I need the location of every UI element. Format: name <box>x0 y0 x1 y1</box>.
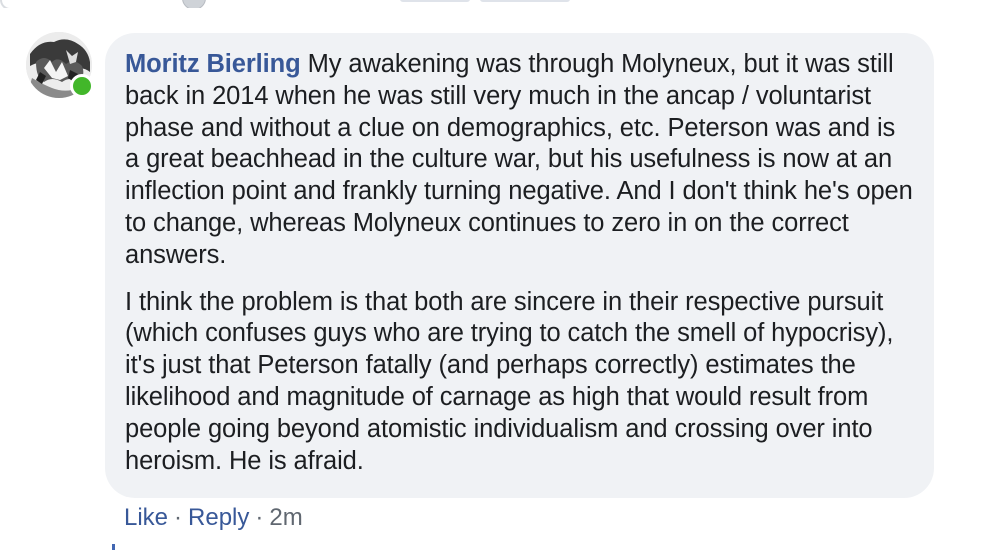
comment-thread: Moritz Bierling My awakening was through… <box>0 0 1006 550</box>
online-status-dot-icon <box>70 74 94 98</box>
previous-comment-actions <box>400 0 590 2</box>
comment-bubble: Moritz Bierling My awakening was through… <box>105 33 934 498</box>
comment-paragraph-1: Moritz Bierling My awakening was through… <box>125 49 914 272</box>
reply-avatar[interactable] <box>182 0 206 8</box>
comment-paragraph-2: I think the problem is that both are sin… <box>125 287 894 475</box>
previous-comment-remnant <box>0 0 1006 8</box>
reply-thread-indicator <box>112 544 115 550</box>
author-name-link[interactable]: Moritz Bierling <box>125 50 301 78</box>
comment-text-1: My awakening was through Molyneux, but i… <box>125 50 913 269</box>
action-separator: · <box>255 504 264 531</box>
comment-author-avatar[interactable] <box>26 32 94 98</box>
like-link[interactable]: Like <box>124 504 168 531</box>
reply-link[interactable]: Reply <box>188 504 249 531</box>
comment-actions: Like · Reply · 2m <box>124 503 303 533</box>
comment-timestamp[interactable]: 2m <box>269 504 302 531</box>
thread-connector-line <box>0 0 24 8</box>
action-separator: · <box>174 504 183 531</box>
